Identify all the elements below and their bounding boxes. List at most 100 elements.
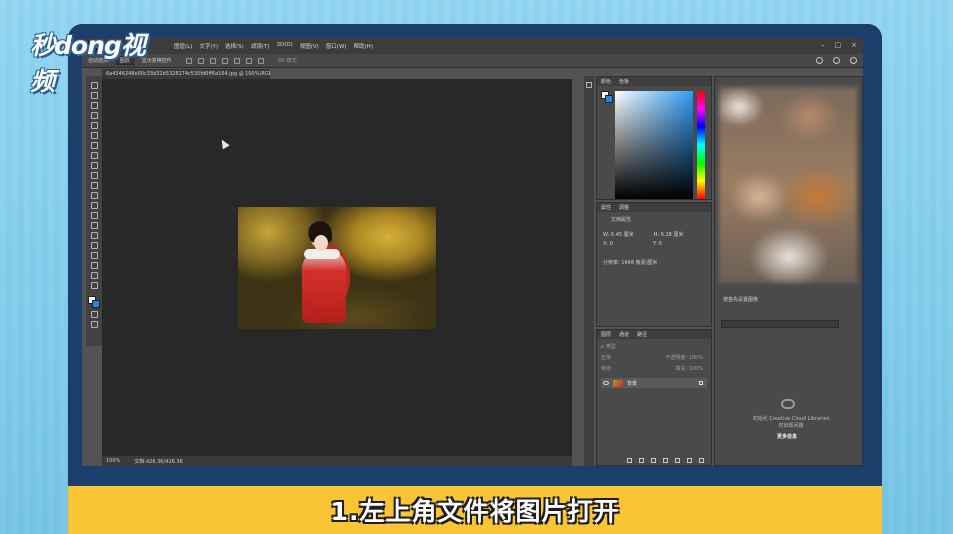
color-picker-field[interactable] (615, 91, 693, 199)
dodge-tool-icon[interactable] (90, 212, 98, 219)
panel-color-swatches[interactable] (601, 91, 613, 103)
close-icon[interactable]: × (851, 41, 857, 49)
fill-field[interactable]: 填充: 100% (675, 365, 703, 372)
hue-slider[interactable] (697, 91, 705, 199)
hand-tool-icon[interactable] (90, 262, 98, 269)
lock-label: 锁定: (601, 366, 613, 372)
quick-mask-icon[interactable] (90, 311, 98, 318)
eraser-icon[interactable] (90, 182, 98, 189)
menu-view[interactable]: 视图(V) (300, 42, 319, 50)
align-center-icon[interactable] (197, 57, 204, 64)
eyedropper-icon[interactable] (90, 132, 98, 139)
x-value[interactable]: X: 0 (603, 241, 613, 247)
new-group-icon[interactable] (675, 458, 680, 463)
shape-tool-icon[interactable] (90, 252, 98, 259)
layer-style-icon[interactable] (639, 458, 644, 463)
clone-stamp-icon[interactable] (90, 162, 98, 169)
link-layers-icon[interactable] (627, 458, 632, 463)
history-panel-icon[interactable] (586, 82, 592, 88)
properties-panel: 属性 调整 文档属性 W: 6.45 厘米 H: 6.28 厘米 X: 0 Y:… (596, 202, 712, 327)
photoshop-window: Ps 图层(L) 文字(Y) 选择(S) 滤镜(T) 3D(D) 视图(V) 窗… (82, 38, 863, 466)
adjustment-layer-icon[interactable] (663, 458, 668, 463)
layers-panel-tabs: 图层 通道 路径 (597, 330, 711, 339)
zoom-level[interactable]: 100% (106, 458, 120, 464)
gradient-tool-icon[interactable] (90, 192, 98, 199)
tab-channels[interactable]: 通道 (619, 331, 629, 338)
align-left-icon[interactable] (185, 57, 192, 64)
menu-type[interactable]: 文字(Y) (199, 42, 218, 50)
size-row: W: 6.45 厘米 H: 6.28 厘米 (603, 231, 711, 238)
library-caption: 按首先设置图像 (723, 297, 759, 303)
creative-cloud-icon (781, 399, 795, 409)
search-icon[interactable] (816, 57, 823, 64)
y-value[interactable]: Y: 0 (653, 241, 662, 247)
tab-color[interactable]: 颜色 (601, 78, 611, 85)
more-tools-icon[interactable] (90, 282, 98, 289)
layer-row-background[interactable]: 背景 (601, 378, 707, 388)
visibility-eye-icon[interactable] (603, 381, 609, 385)
maximize-icon[interactable]: □ (835, 41, 842, 49)
tab-layers[interactable]: 图层 (601, 331, 611, 338)
document-tab[interactable]: 6a4346248e00c33d32b5328174c535fd6ff6a164… (102, 69, 270, 79)
properties-panel-tabs: 属性 调整 (597, 203, 711, 212)
blend-mode-select[interactable]: 正常 (601, 354, 611, 361)
tab-adjustments[interactable]: 调整 (619, 204, 629, 211)
lasso-tool-icon[interactable] (90, 102, 98, 109)
distribute-icon[interactable] (257, 57, 264, 64)
align-top-icon[interactable] (221, 57, 228, 64)
layer-mask-icon[interactable] (651, 458, 656, 463)
path-select-icon[interactable] (90, 242, 98, 249)
menu-layer[interactable]: 图层(L) (174, 42, 192, 50)
workspace-icon[interactable] (833, 57, 840, 64)
panel-background-color[interactable] (605, 95, 613, 103)
tab-swatches[interactable]: 色板 (619, 78, 629, 85)
menu-bar: Ps 图层(L) 文字(Y) 选择(S) 滤镜(T) 3D(D) 视图(V) 窗… (82, 38, 863, 54)
color-swatches[interactable] (88, 296, 100, 308)
canvas-area[interactable] (102, 79, 572, 456)
align-right-icon[interactable] (209, 57, 216, 64)
more-info-link[interactable]: 更多信息 (777, 433, 797, 440)
align-middle-icon[interactable] (233, 57, 240, 64)
new-layer-icon[interactable] (687, 458, 692, 463)
menu-3d[interactable]: 3D(D) (276, 42, 292, 50)
move-tool-icon[interactable] (90, 82, 98, 89)
subtitle-bar: 1.左上角文件将图片打开 (68, 486, 882, 534)
healing-brush-icon[interactable] (90, 142, 98, 149)
subtitle-text: 1.左上角文件将图片打开 (330, 497, 620, 526)
type-tool-icon[interactable] (90, 232, 98, 239)
opened-photo (238, 207, 436, 329)
brush-tool-icon[interactable] (90, 152, 98, 159)
zoom-tool-icon[interactable] (90, 272, 98, 279)
crop-tool-icon[interactable] (90, 122, 98, 129)
layer-filter-select[interactable]: ρ 类型 (601, 343, 711, 350)
pen-tool-icon[interactable] (90, 222, 98, 229)
opacity-field[interactable]: 不透明度: 100% (665, 354, 703, 361)
layer-thumbnail (613, 379, 623, 387)
width-value[interactable]: W: 6.45 厘米 (603, 231, 634, 238)
minimize-icon[interactable]: – (821, 41, 825, 49)
color-panel: 颜色 色板 (596, 76, 712, 200)
layer-lock-icon (699, 381, 703, 385)
history-brush-icon[interactable] (90, 172, 98, 179)
align-bottom-icon[interactable] (245, 57, 252, 64)
menu-select[interactable]: 选择(S) (225, 42, 244, 50)
blur-tool-icon[interactable] (90, 202, 98, 209)
library-search-input[interactable] (721, 320, 839, 328)
collapsed-dock (584, 76, 594, 466)
menu-items: 图层(L) 文字(Y) 选择(S) 滤镜(T) 3D(D) 视图(V) 窗口(W… (174, 42, 373, 50)
background-color[interactable] (92, 300, 100, 308)
screen-mode-icon[interactable] (90, 321, 98, 328)
layer-lock-row: 锁定: 填充: 100% (601, 365, 711, 372)
height-value[interactable]: H: 6.28 厘米 (654, 231, 684, 238)
tab-properties[interactable]: 属性 (601, 204, 611, 211)
magic-wand-icon[interactable] (90, 112, 98, 119)
menu-window[interactable]: 窗口(W) (326, 42, 347, 50)
delete-layer-icon[interactable] (699, 458, 704, 463)
menu-filter[interactable]: 滤镜(T) (251, 42, 270, 50)
share-icon[interactable] (850, 57, 857, 64)
menu-help[interactable]: 帮助(H) (354, 42, 373, 50)
photo-figure-cape (302, 249, 346, 323)
marquee-tool-icon[interactable] (90, 92, 98, 99)
options-right-icons (816, 57, 857, 64)
tab-paths[interactable]: 路径 (637, 331, 647, 338)
